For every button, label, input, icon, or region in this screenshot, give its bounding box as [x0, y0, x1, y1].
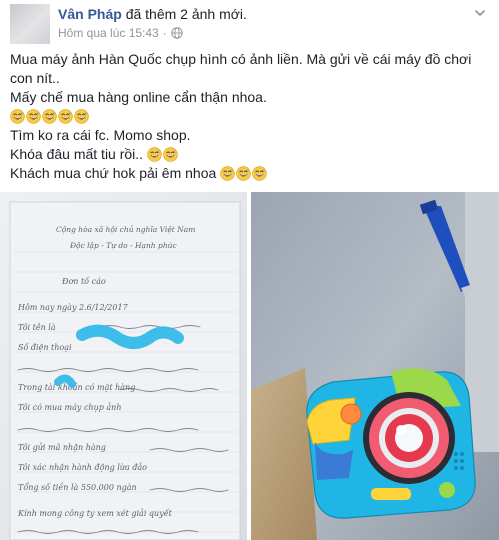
photo-grid: Cộng hòa xã hội chủ nghĩa Việt Nam Độc l… — [0, 192, 499, 540]
handwriting-line: Tổng số tiền là 550.000 ngàn — [18, 483, 137, 492]
post-line: Khách mua chứ hok pải êm nhoa — [10, 165, 217, 181]
handwriting-line: Trong tài khoản có mặt hàng — [18, 383, 135, 392]
post-line: Khóa đâu mất tiu rồi.. — [10, 146, 144, 162]
post-line-with-emoji: Khóa đâu mất tiu rồi.. — [10, 145, 490, 164]
handwriting-line: Hôm nay ngày 2.6/12/2017 — [17, 303, 129, 312]
grinning-sweat-emoji — [42, 109, 57, 124]
avatar[interactable] — [10, 4, 50, 44]
handwritten-letter-image: Cộng hòa xã hội chủ nghĩa Việt Nam Độc l… — [0, 192, 247, 540]
post-line: con nít.. — [10, 70, 60, 86]
toy-camera — [306, 368, 476, 519]
handwriting-line: Cộng hòa xã hội chủ nghĩa Việt Nam — [56, 225, 195, 234]
handwriting-line: Đơn tố cáo — [61, 277, 106, 286]
post-line: Mua máy ảnh Hàn Quốc chụp hình có ảnh li… — [10, 51, 472, 67]
globe-icon[interactable] — [171, 27, 183, 39]
grinning-sweat-emoji — [10, 109, 25, 124]
grinning-sweat-emoji — [252, 166, 267, 181]
author-line: Vân Pháp đã thêm 2 ảnh mới. — [58, 6, 247, 22]
post-meta: Hôm qua lúc 15:43 · — [58, 26, 183, 40]
handwriting-line: Tôi xác nhận hành động lừa đảo — [18, 463, 147, 472]
toy-camera-image — [251, 192, 499, 540]
emoji-row — [10, 107, 490, 126]
handwritten-letter-photo[interactable]: Cộng hòa xã hội chủ nghĩa Việt Nam Độc l… — [0, 192, 247, 540]
handwriting-line: Độc lập - Tự do - Hạnh phúc — [69, 241, 177, 250]
grinning-sweat-emoji — [147, 147, 162, 162]
grinning-sweat-emoji — [26, 109, 41, 124]
post-header: Vân Pháp đã thêm 2 ảnh mới. Hôm qua lúc … — [0, 0, 499, 45]
handwriting-line: Tôi tên là — [18, 323, 56, 332]
post-text: Mua máy ảnh Hàn Quốc chụp hình có ảnh li… — [10, 50, 490, 183]
post-action-text: đã thêm 2 ảnh mới. — [125, 6, 247, 22]
post-line-with-emoji: Khách mua chứ hok pải êm nhoa — [10, 164, 490, 183]
handwriting-line: Tôi có mua máy chụp ảnh — [18, 403, 121, 412]
grinning-sweat-emoji — [163, 147, 178, 162]
handwriting-line: Số điện thoại — [18, 343, 72, 352]
post-timestamp[interactable]: Hôm qua lúc 15:43 — [58, 26, 159, 40]
grinning-sweat-emoji — [236, 166, 251, 181]
grinning-sweat-emoji — [220, 166, 235, 181]
handwriting-line: Tôi gửi mã nhận hàng — [18, 443, 106, 452]
post-line: Tìm ko ra cái fc. Momo shop. — [10, 127, 191, 143]
grinning-sweat-emoji — [58, 109, 73, 124]
post-line: Mấy chế mua hàng online cẩn thận nhoa. — [10, 89, 267, 105]
chevron-down-icon[interactable] — [473, 6, 487, 20]
handwriting-line: Kính mong công ty xem xét giải quyết — [17, 509, 173, 518]
toy-camera-photo[interactable] — [251, 192, 499, 540]
grinning-sweat-emoji — [74, 109, 89, 124]
author-name[interactable]: Vân Pháp — [58, 6, 122, 22]
